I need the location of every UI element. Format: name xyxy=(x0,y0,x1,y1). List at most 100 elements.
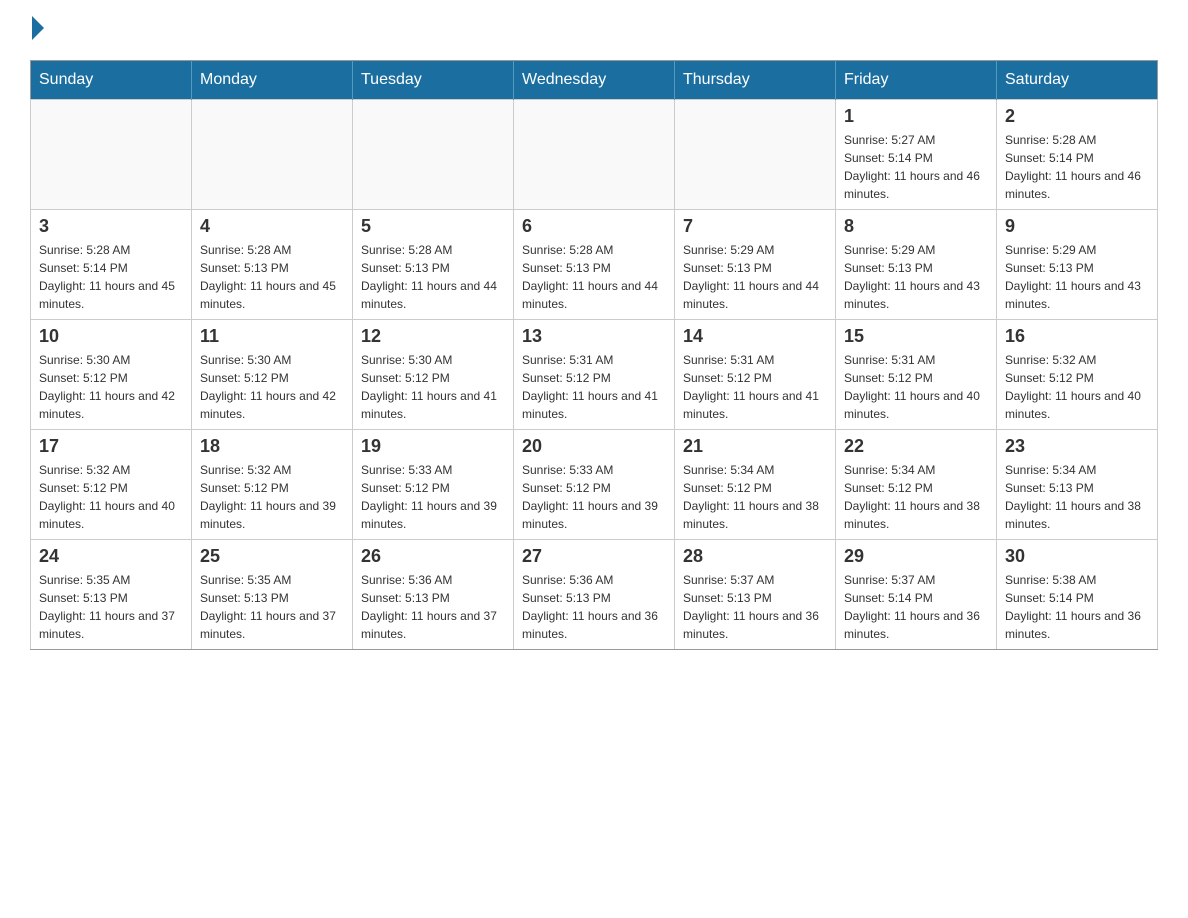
week-row-3: 17 Sunrise: 5:32 AM Sunset: 5:12 PM Dayli… xyxy=(31,430,1158,540)
logo-triangle-icon xyxy=(32,16,44,40)
calendar-cell: 15 Sunrise: 5:31 AM Sunset: 5:12 PM Dayli… xyxy=(836,320,997,430)
day-info: Sunrise: 5:34 AM Sunset: 5:12 PM Dayligh… xyxy=(844,461,988,533)
day-info: Sunrise: 5:29 AM Sunset: 5:13 PM Dayligh… xyxy=(683,241,827,313)
day-info: Sunrise: 5:35 AM Sunset: 5:13 PM Dayligh… xyxy=(200,571,344,643)
day-info: Sunrise: 5:28 AM Sunset: 5:14 PM Dayligh… xyxy=(39,241,183,313)
days-of-week-row: Sunday Monday Tuesday Wednesday Thursday… xyxy=(31,61,1158,100)
calendar-cell: 9Sunrise: 5:29 AM Sunset: 5:13 PM Daylig… xyxy=(997,210,1158,320)
calendar-cell: 25 Sunrise: 5:35 AM Sunset: 5:13 PM Dayli… xyxy=(192,540,353,650)
day-info: Sunrise: 5:29 AM Sunset: 5:13 PM Dayligh… xyxy=(844,241,988,313)
day-number: 11 xyxy=(200,326,344,347)
day-info: Sunrise: 5:35 AM Sunset: 5:13 PM Dayligh… xyxy=(39,571,183,643)
day-info: Sunrise: 5:31 AM Sunset: 5:12 PM Dayligh… xyxy=(522,351,666,423)
calendar-cell: 29 Sunrise: 5:37 AM Sunset: 5:14 PM Dayli… xyxy=(836,540,997,650)
calendar-cell: 10 Sunrise: 5:30 AM Sunset: 5:12 PM Dayli… xyxy=(31,320,192,430)
calendar-cell: 30 Sunrise: 5:38 AM Sunset: 5:14 PM Dayli… xyxy=(997,540,1158,650)
day-number: 12 xyxy=(361,326,505,347)
page-header xyxy=(30,20,1158,40)
day-number: 8 xyxy=(844,216,988,237)
day-info: Sunrise: 5:38 AM Sunset: 5:14 PM Dayligh… xyxy=(1005,571,1149,643)
col-tuesday: Tuesday xyxy=(353,61,514,100)
day-info: Sunrise: 5:30 AM Sunset: 5:12 PM Dayligh… xyxy=(361,351,505,423)
day-number: 2 xyxy=(1005,106,1149,127)
day-info: Sunrise: 5:37 AM Sunset: 5:14 PM Dayligh… xyxy=(844,571,988,643)
calendar-cell: 16 Sunrise: 5:32 AM Sunset: 5:12 PM Dayli… xyxy=(997,320,1158,430)
calendar-cell: 12 Sunrise: 5:30 AM Sunset: 5:12 PM Dayli… xyxy=(353,320,514,430)
day-number: 14 xyxy=(683,326,827,347)
day-number: 15 xyxy=(844,326,988,347)
day-number: 3 xyxy=(39,216,183,237)
day-number: 7 xyxy=(683,216,827,237)
day-number: 18 xyxy=(200,436,344,457)
day-info: Sunrise: 5:28 AM Sunset: 5:13 PM Dayligh… xyxy=(522,241,666,313)
calendar-cell: 27 Sunrise: 5:36 AM Sunset: 5:13 PM Dayli… xyxy=(514,540,675,650)
day-number: 23 xyxy=(1005,436,1149,457)
calendar-cell: 18 Sunrise: 5:32 AM Sunset: 5:12 PM Dayli… xyxy=(192,430,353,540)
calendar-cell: 21 Sunrise: 5:34 AM Sunset: 5:12 PM Dayli… xyxy=(675,430,836,540)
day-number: 26 xyxy=(361,546,505,567)
day-info: Sunrise: 5:32 AM Sunset: 5:12 PM Dayligh… xyxy=(1005,351,1149,423)
calendar-cell: 28 Sunrise: 5:37 AM Sunset: 5:13 PM Dayli… xyxy=(675,540,836,650)
day-number: 22 xyxy=(844,436,988,457)
calendar-cell: 19Sunrise: 5:33 AM Sunset: 5:12 PM Dayli… xyxy=(353,430,514,540)
col-sunday: Sunday xyxy=(31,61,192,100)
calendar-cell: 14Sunrise: 5:31 AM Sunset: 5:12 PM Dayli… xyxy=(675,320,836,430)
calendar-cell xyxy=(192,100,353,210)
day-number: 27 xyxy=(522,546,666,567)
day-number: 16 xyxy=(1005,326,1149,347)
calendar-cell: 17 Sunrise: 5:32 AM Sunset: 5:12 PM Dayli… xyxy=(31,430,192,540)
day-number: 1 xyxy=(844,106,988,127)
calendar-cell: 2 Sunrise: 5:28 AM Sunset: 5:14 PM Daylig… xyxy=(997,100,1158,210)
col-wednesday: Wednesday xyxy=(514,61,675,100)
week-row-1: 3 Sunrise: 5:28 AM Sunset: 5:14 PM Daylig… xyxy=(31,210,1158,320)
day-number: 30 xyxy=(1005,546,1149,567)
week-row-2: 10 Sunrise: 5:30 AM Sunset: 5:12 PM Dayli… xyxy=(31,320,1158,430)
calendar-cell: 24 Sunrise: 5:35 AM Sunset: 5:13 PM Dayli… xyxy=(31,540,192,650)
calendar-table: Sunday Monday Tuesday Wednesday Thursday… xyxy=(30,60,1158,650)
calendar-cell: 5Sunrise: 5:28 AM Sunset: 5:13 PM Daylig… xyxy=(353,210,514,320)
calendar-cell: 11 Sunrise: 5:30 AM Sunset: 5:12 PM Dayli… xyxy=(192,320,353,430)
day-info: Sunrise: 5:28 AM Sunset: 5:14 PM Dayligh… xyxy=(1005,131,1149,203)
day-number: 24 xyxy=(39,546,183,567)
day-info: Sunrise: 5:34 AM Sunset: 5:12 PM Dayligh… xyxy=(683,461,827,533)
calendar-cell xyxy=(675,100,836,210)
calendar-cell: 8 Sunrise: 5:29 AM Sunset: 5:13 PM Daylig… xyxy=(836,210,997,320)
day-info: Sunrise: 5:30 AM Sunset: 5:12 PM Dayligh… xyxy=(39,351,183,423)
day-info: Sunrise: 5:36 AM Sunset: 5:13 PM Dayligh… xyxy=(522,571,666,643)
week-row-0: 1 Sunrise: 5:27 AM Sunset: 5:14 PM Daylig… xyxy=(31,100,1158,210)
calendar-cell: 26Sunrise: 5:36 AM Sunset: 5:13 PM Dayli… xyxy=(353,540,514,650)
calendar-cell: 23Sunrise: 5:34 AM Sunset: 5:13 PM Dayli… xyxy=(997,430,1158,540)
logo xyxy=(30,20,44,40)
calendar-cell xyxy=(31,100,192,210)
calendar-cell: 1 Sunrise: 5:27 AM Sunset: 5:14 PM Daylig… xyxy=(836,100,997,210)
day-number: 25 xyxy=(200,546,344,567)
day-number: 29 xyxy=(844,546,988,567)
day-info: Sunrise: 5:31 AM Sunset: 5:12 PM Dayligh… xyxy=(844,351,988,423)
day-number: 6 xyxy=(522,216,666,237)
calendar-cell: 7 Sunrise: 5:29 AM Sunset: 5:13 PM Daylig… xyxy=(675,210,836,320)
day-info: Sunrise: 5:32 AM Sunset: 5:12 PM Dayligh… xyxy=(200,461,344,533)
day-info: Sunrise: 5:37 AM Sunset: 5:13 PM Dayligh… xyxy=(683,571,827,643)
calendar-cell: 13 Sunrise: 5:31 AM Sunset: 5:12 PM Dayli… xyxy=(514,320,675,430)
day-info: Sunrise: 5:33 AM Sunset: 5:12 PM Dayligh… xyxy=(522,461,666,533)
day-number: 21 xyxy=(683,436,827,457)
day-number: 20 xyxy=(522,436,666,457)
calendar-cell: 22 Sunrise: 5:34 AM Sunset: 5:12 PM Dayli… xyxy=(836,430,997,540)
day-info: Sunrise: 5:30 AM Sunset: 5:12 PM Dayligh… xyxy=(200,351,344,423)
calendar-cell: 4Sunrise: 5:28 AM Sunset: 5:13 PM Daylig… xyxy=(192,210,353,320)
calendar-cell: 20 Sunrise: 5:33 AM Sunset: 5:12 PM Dayli… xyxy=(514,430,675,540)
calendar-cell xyxy=(353,100,514,210)
day-info: Sunrise: 5:32 AM Sunset: 5:12 PM Dayligh… xyxy=(39,461,183,533)
day-number: 4 xyxy=(200,216,344,237)
day-number: 13 xyxy=(522,326,666,347)
col-friday: Friday xyxy=(836,61,997,100)
day-number: 19 xyxy=(361,436,505,457)
day-number: 10 xyxy=(39,326,183,347)
day-number: 17 xyxy=(39,436,183,457)
day-info: Sunrise: 5:27 AM Sunset: 5:14 PM Dayligh… xyxy=(844,131,988,203)
day-number: 5 xyxy=(361,216,505,237)
calendar-cell xyxy=(514,100,675,210)
day-number: 9 xyxy=(1005,216,1149,237)
col-thursday: Thursday xyxy=(675,61,836,100)
day-number: 28 xyxy=(683,546,827,567)
